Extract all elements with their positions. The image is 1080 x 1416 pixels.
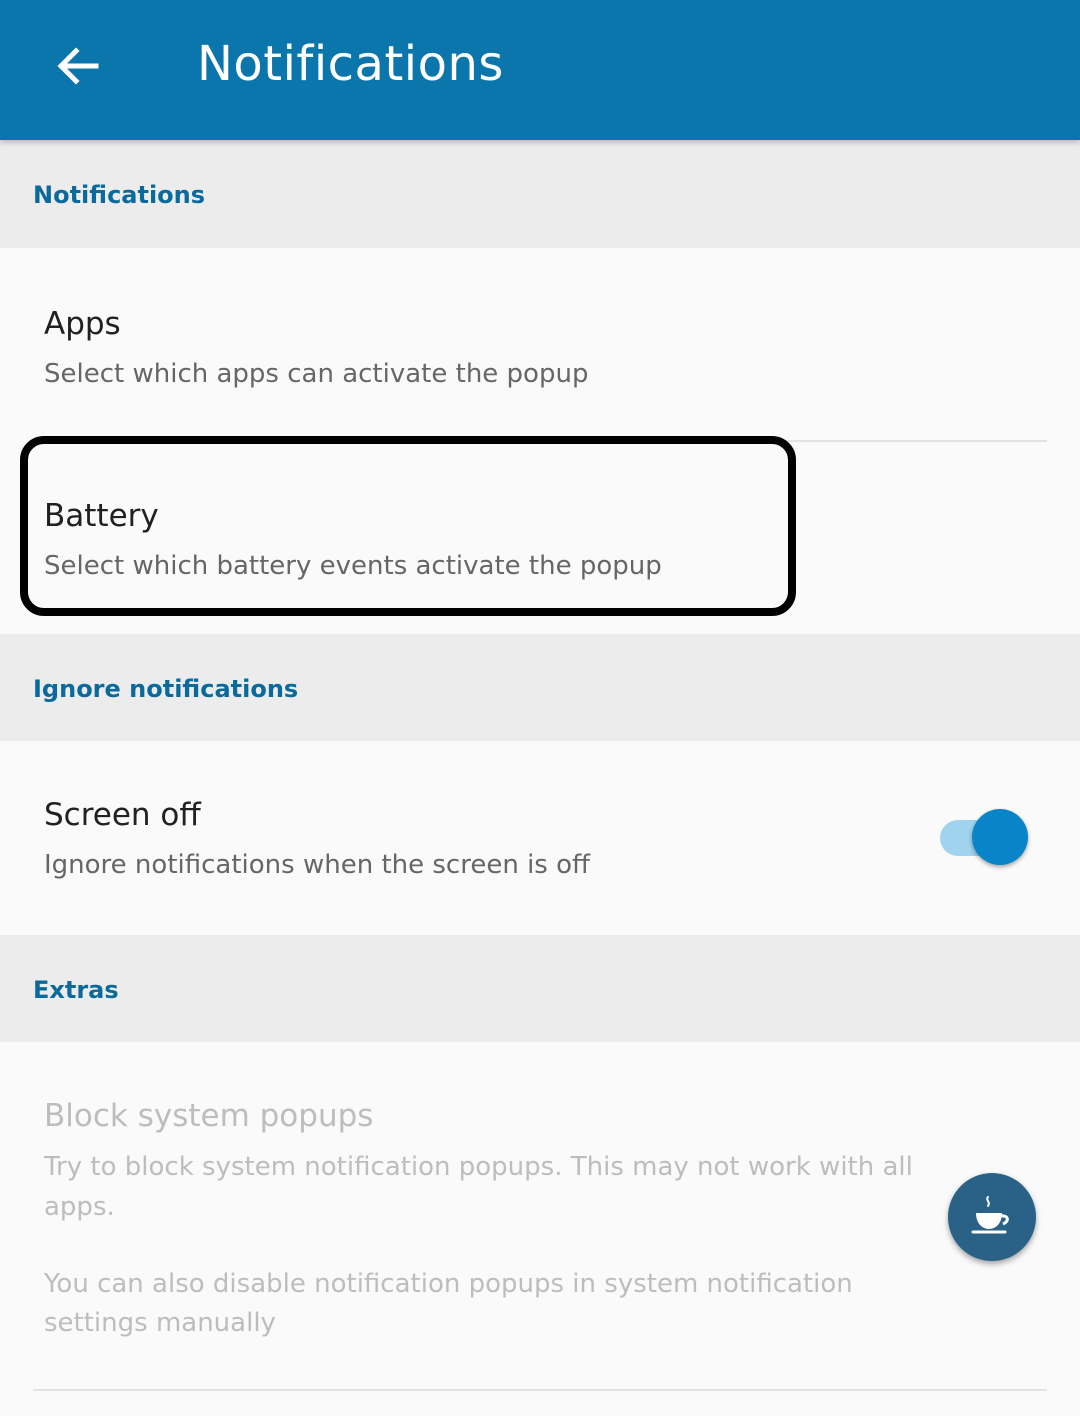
arrow-back-icon: [57, 47, 99, 85]
item-subtitle: Ignore notifications when the screen is …: [44, 850, 590, 880]
section-header-ignore-notifications: Ignore notifications: [0, 634, 1080, 741]
back-button[interactable]: [36, 24, 120, 108]
item-subtitle: Select which apps can activate the popup: [44, 359, 589, 389]
item-title: Block system popups: [44, 1098, 374, 1134]
item-subtitle-line1: Try to block system notification popups.…: [44, 1152, 913, 1182]
section-title: Extras: [33, 976, 119, 1004]
item-note-line1: You can also disable notification popups…: [44, 1269, 853, 1299]
settings-item-block-system-popups[interactable]: Block system popups Try to block system …: [0, 1042, 1080, 1390]
settings-item-screen-off[interactable]: Screen off Ignore notifications when the…: [0, 741, 1080, 935]
item-note-line2: settings manually: [44, 1308, 276, 1338]
section-title: Notifications: [33, 181, 206, 209]
app-bar: Notifications: [0, 0, 1080, 140]
settings-item-apps[interactable]: Apps Select which apps can activate the …: [0, 248, 1080, 440]
item-subtitle-line2: apps.: [44, 1192, 115, 1222]
coffee-fab-button[interactable]: [948, 1173, 1036, 1261]
divider: [33, 1389, 1047, 1391]
section-header-extras: Extras: [0, 935, 1080, 1042]
coffee-cup-icon: [971, 1196, 1009, 1234]
toggle-thumb: [972, 809, 1028, 865]
item-title: Apps: [44, 306, 121, 342]
highlight-box: [20, 436, 796, 616]
section-header-notifications: Notifications: [0, 140, 1080, 248]
section-title: Ignore notifications: [33, 675, 299, 703]
page-title: Notifications: [197, 36, 504, 92]
item-title: Screen off: [44, 797, 201, 833]
screen-off-toggle[interactable]: [938, 808, 1030, 868]
